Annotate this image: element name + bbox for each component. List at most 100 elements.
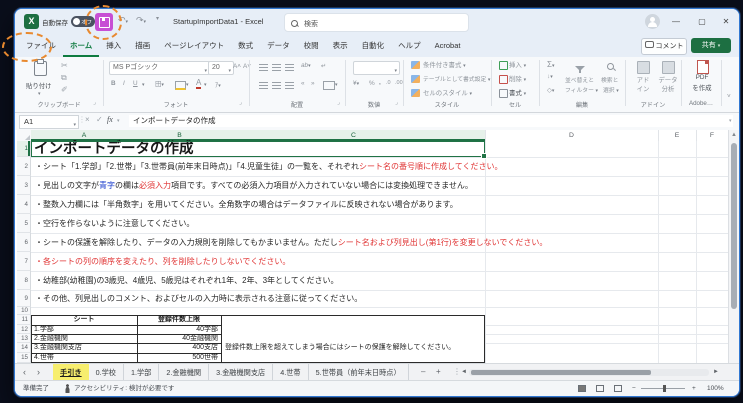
font-name-combo[interactable]: MS Pゴシック ▾ <box>109 61 210 75</box>
cut-icon[interactable]: ✂ <box>61 61 68 70</box>
ruby-button[interactable]: ｱ▾ <box>215 80 221 89</box>
sort-filter-button-line2[interactable]: フィルター ▾ <box>565 85 598 94</box>
row-header-11[interactable]: 11 <box>17 315 31 325</box>
data-analysis-button-line2[interactable]: 分析 <box>655 84 681 93</box>
row-header-2[interactable]: 2 <box>17 157 31 176</box>
menu-tab-描画[interactable]: 描画 <box>128 35 157 57</box>
quick-access-customize-button[interactable]: ▾ <box>156 15 159 22</box>
number-format-combo[interactable]: ▾ <box>353 61 400 75</box>
comment-button[interactable]: コメント <box>641 38 687 55</box>
menu-tab-数式[interactable]: 数式 <box>231 35 260 57</box>
column-header-C[interactable]: C <box>222 130 486 141</box>
merge-cells-icon[interactable] <box>323 81 335 90</box>
comma-style-icon[interactable]: , <box>379 79 381 86</box>
sheet-tab-5[interactable]: 4.世帯 <box>273 364 309 381</box>
scroll-up-icon[interactable]: ▲ <box>731 132 737 138</box>
align-bottom-icon[interactable] <box>285 64 294 71</box>
insert-cells-button[interactable]: 挿入 ▾ <box>509 60 526 69</box>
alignment-dialog-launcher[interactable]: ⌟ <box>337 99 343 106</box>
sheet-tab-4[interactable]: 3.金融機関支店 <box>209 364 274 381</box>
row-header-3[interactable]: 3 <box>17 176 31 195</box>
column-header-D[interactable]: D <box>485 130 659 141</box>
row-header-5[interactable]: 5 <box>17 214 31 233</box>
find-select-button-line1[interactable]: 検索と <box>601 75 618 84</box>
font-size-combo[interactable]: 20 ▾ <box>208 61 234 75</box>
menu-tab-データ[interactable]: データ <box>260 35 297 57</box>
menu-tab-校閲[interactable]: 校閲 <box>297 35 326 57</box>
vertical-scroll-thumb[interactable] <box>730 143 737 309</box>
formula-bar-expand-icon[interactable]: ▾ <box>729 118 732 124</box>
number-dialog-launcher[interactable]: ⌟ <box>395 99 401 106</box>
sheet-nav-left-icon[interactable]: ‹ <box>23 364 26 380</box>
fill-color-caret[interactable]: ▾ <box>186 82 189 88</box>
insert-function-icon[interactable]: fx <box>107 115 113 124</box>
addins-button-line2[interactable]: イン <box>633 84 653 93</box>
confirm-entry-icon[interactable]: ✓ <box>96 115 103 124</box>
wrap-text-icon[interactable]: ↵ <box>321 62 326 70</box>
create-pdf-button-line2[interactable]: を作成 <box>687 83 717 92</box>
sort-filter-button-line1[interactable]: 並べ替えと <box>565 75 594 84</box>
increase-decimal-icon[interactable]: .0 <box>386 80 391 86</box>
bold-button[interactable]: B <box>111 80 116 87</box>
undo-button[interactable]: ↶▾ <box>118 15 128 26</box>
row-header-12[interactable]: 12 <box>17 325 31 334</box>
row-header-7[interactable]: 7 <box>17 252 31 271</box>
clear-button[interactable]: ◇▾ <box>547 86 554 94</box>
delete-cells-button[interactable]: 削除 ▾ <box>509 74 526 83</box>
conditional-formatting-button[interactable]: 条件付き書式 ▾ <box>423 60 466 69</box>
fill-color-icon[interactable] <box>175 81 186 90</box>
align-right-icon[interactable] <box>285 82 294 89</box>
tab-splitter-icon[interactable]: ⋮ <box>453 364 461 380</box>
column-header-F[interactable]: F <box>696 130 729 141</box>
autosave-toggle[interactable]: オフ <box>71 16 95 27</box>
menu-tab-ホーム[interactable]: ホーム <box>63 35 99 57</box>
save-button[interactable] <box>95 13 113 31</box>
increase-indent-icon[interactable]: » <box>311 80 315 87</box>
user-avatar[interactable] <box>645 14 660 29</box>
row-header-13[interactable]: 13 <box>17 334 31 343</box>
format-painter-icon[interactable]: ✐ <box>61 85 68 94</box>
autosum-button[interactable]: Σ▾ <box>547 60 554 69</box>
find-select-button-line2[interactable]: 選択 ▾ <box>603 85 619 94</box>
hscroll-left-icon[interactable]: ◄ <box>461 364 467 380</box>
cell-styles-button[interactable]: セルのスタイル ▾ <box>423 88 472 97</box>
currency-format-icon[interactable]: ¥▾ <box>353 80 359 87</box>
close-button[interactable]: ✕ <box>713 9 739 35</box>
orientation-icon[interactable]: ab▾ <box>301 62 311 69</box>
font-dialog-launcher[interactable]: ⌟ <box>239 99 245 106</box>
create-pdf-button-line1[interactable]: PDF <box>687 74 717 81</box>
column-header-E[interactable]: E <box>658 130 697 141</box>
fx-caret[interactable]: ▾ <box>117 118 120 124</box>
row-header-14[interactable]: 14 <box>17 343 31 353</box>
menu-tab-表示[interactable]: 表示 <box>326 35 355 57</box>
row-header-8[interactable]: 8 <box>17 271 31 290</box>
share-button[interactable]: 共有 ▾ <box>691 38 731 53</box>
cancel-entry-icon[interactable]: × <box>85 115 90 124</box>
zoom-out-button[interactable]: − <box>632 381 636 396</box>
italic-button[interactable]: I <box>123 80 125 87</box>
zoom-level[interactable]: 100% <box>707 381 724 396</box>
sheet-tab-2[interactable]: 1.学部 <box>124 364 160 381</box>
sheet-tab-1[interactable]: 0.学校 <box>89 364 124 381</box>
column-header-B[interactable]: B <box>137 130 223 141</box>
new-sheet-button[interactable]: + <box>436 364 441 380</box>
underline-button[interactable]: U <box>133 80 138 87</box>
accessibility-status[interactable]: アクセシビリティ: 検討が必要です <box>74 381 174 396</box>
menu-tab-挿入[interactable]: 挿入 <box>99 35 128 57</box>
zoom-slider-thumb[interactable] <box>663 385 666 392</box>
font-color-caret[interactable]: ▾ <box>204 82 207 88</box>
decrease-decimal-icon[interactable]: .00 <box>395 80 403 86</box>
align-left-icon[interactable] <box>259 82 268 89</box>
menu-tab-ファイル[interactable]: ファイル <box>19 35 63 57</box>
borders-icon[interactable]: 田▾ <box>155 79 164 88</box>
format-cells-button[interactable]: 書式 ▾ <box>509 88 526 97</box>
paste-button[interactable]: 貼り付け ▾ <box>23 59 57 98</box>
align-center-icon[interactable] <box>272 82 281 89</box>
row-header-9[interactable]: 9 <box>17 290 31 307</box>
collapse-ribbon-icon[interactable]: ˅ <box>727 93 731 100</box>
clipboard-dialog-launcher[interactable]: ⌟ <box>93 99 99 106</box>
minimize-button[interactable]: — <box>663 9 689 35</box>
vertical-scrollbar[interactable]: ▲ <box>728 130 739 363</box>
page-layout-view-icon[interactable] <box>596 385 604 392</box>
row-header-15[interactable]: 15 <box>17 353 31 363</box>
